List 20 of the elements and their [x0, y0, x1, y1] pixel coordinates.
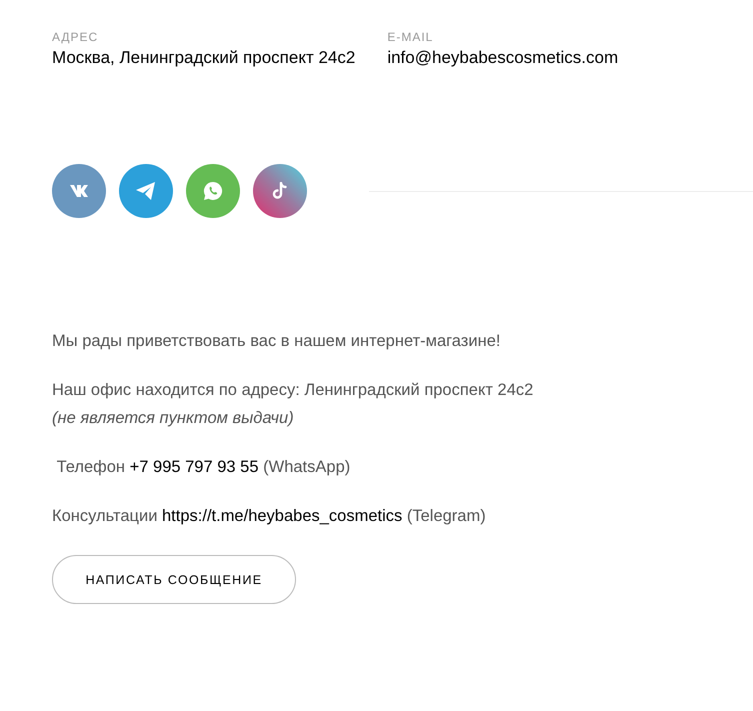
social-link[interactable] [52, 164, 106, 218]
info-text: Телефон +7 995 797 93 55 (WhatsApp) [56, 457, 352, 478]
social-link[interactable] [119, 164, 173, 218]
message-button[interactable]: НАПИСАТЬ СООБЩЕНИЕ [52, 555, 296, 604]
contact-value: Москва, Ленинградский проспект 24с2 [52, 48, 356, 68]
contact-link[interactable]: https://t.me/heybabes_cosmetics [162, 507, 402, 525]
whatsapp-icon [203, 181, 223, 201]
info-text: (не является пунктом выдачи) [52, 408, 295, 429]
info-text: Мы рады приветствовать вас в нашем интернет-магазине! [52, 331, 502, 352]
tiktok-icon [272, 182, 288, 200]
info-text: Консультации https://t.me/heybabes_cosmetics (Telegram) [52, 506, 487, 527]
contact-link[interactable]: +7 995 797 93 55 [130, 458, 259, 476]
contact-value: info@heybabescosmetics.com [387, 48, 618, 68]
paper-plane-icon [136, 182, 156, 200]
social-link[interactable] [253, 164, 307, 218]
contact-label: АДРЕС [52, 30, 100, 44]
info-text: Наш офис находится по адресу: Ленинградский проспект 24с2 [52, 380, 534, 401]
vk-icon [69, 185, 89, 197]
social-link[interactable] [186, 164, 240, 218]
contact-label: E-MAIL [387, 30, 434, 44]
